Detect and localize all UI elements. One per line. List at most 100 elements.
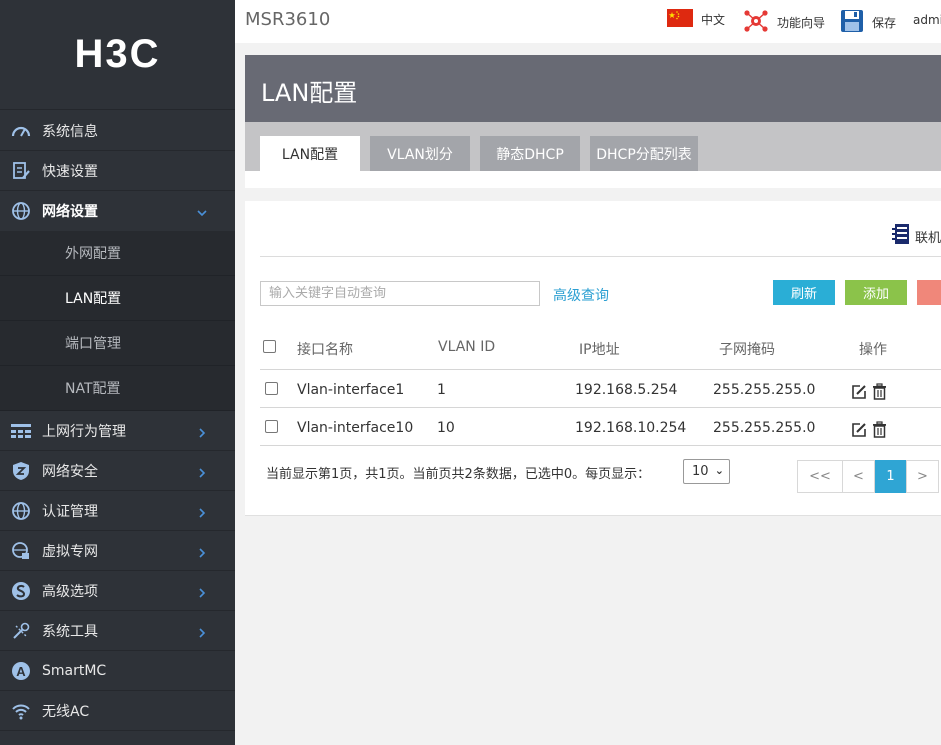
chevron-down-icon: ⌄ [714,464,724,477]
chevron-right-icon [197,623,207,642]
sidebar-item-behavior-management[interactable]: 上网行为管理 [0,411,235,451]
speedometer-icon [0,123,42,139]
save-icon [840,9,864,36]
column-header-mask[interactable]: 子网掩码 [719,339,775,359]
tools-icon [0,621,42,641]
sidebar-item-label: 认证管理 [42,503,98,520]
sidebar-item-label: 网络设置 [42,204,98,220]
page-size-value: 10 [692,464,709,479]
tab-content-strip [245,171,941,188]
tab-label: LAN配置 [281,146,339,163]
a-circle-icon: A [0,661,42,681]
chevron-right-icon [197,543,207,562]
next-page-button[interactable]: > [906,460,939,493]
tab-label: VLAN划分 [387,146,453,163]
top-bar: MSR3610 中文 功能向导 保存 admi [235,0,941,43]
online-help-icon [891,223,911,249]
s-circle-icon [0,581,42,601]
tab-lan-config[interactable]: LAN配置 [260,136,360,171]
sidebar-item-system-info[interactable]: 系统信息 [0,111,235,151]
select-all-checkbox[interactable] [263,340,276,353]
sidebar-item-advanced-options[interactable]: 高级选项 [0,571,235,611]
add-label: 添加 [862,287,889,302]
save-button[interactable]: 保存 [840,9,896,36]
divider [260,256,941,257]
table-divider [260,445,941,446]
tab-vlan[interactable]: VLAN划分 [370,136,470,171]
chevron-right-icon [197,583,207,602]
edit-icon[interactable] [851,384,867,404]
save-label: 保存 [872,16,897,30]
sidebar-item-vpn[interactable]: 虚拟专网 [0,531,235,571]
sidebar-subitem-label: 端口管理 [65,336,121,352]
current-page-button[interactable]: 1 [875,460,906,493]
delete-button[interactable] [917,280,941,305]
sidebar-item-label: 网络安全 [42,463,98,480]
trash-icon[interactable] [872,421,887,442]
row-checkbox[interactable] [265,420,278,433]
column-header-interface[interactable]: 接口名称 [297,339,353,359]
tab-bar: LAN配置 VLAN划分 静态DHCP DHCP分配列表 [245,122,941,171]
china-flag-icon [667,9,693,30]
tab-dhcp-list[interactable]: DHCP分配列表 [590,136,698,171]
cell-mask: 255.255.255.0 [713,382,816,398]
sidebar-item-label: 系统工具 [42,623,98,640]
column-header-ip[interactable]: IP地址 [579,339,620,359]
refresh-button[interactable]: 刷新 [773,280,835,305]
page-size-select[interactable]: 10 ⌄ [683,459,730,484]
sidebar-item-authentication[interactable]: 认证管理 [0,491,235,531]
pagination-summary: 当前显示第1页，共1页。当前页共2条数据，已选中0。每页显示： [266,467,651,482]
device-model: MSR3610 [245,9,331,30]
sidebar-item-wireless-ac[interactable]: 无线AC [0,691,235,731]
sidebar-item-label: 虚拟专网 [42,543,98,560]
tab-label: DHCP分配列表 [596,146,692,163]
column-header-vlan-id[interactable]: VLAN ID [438,339,495,355]
sidebar-item-network-security[interactable]: 网络安全 [0,451,235,491]
table-divider [260,407,941,408]
grid-icon [0,423,42,439]
table-divider [260,369,941,370]
page-header: LAN配置 [245,55,941,122]
svg-text:A: A [16,664,26,679]
wizard-icon [743,9,769,36]
wizard-button[interactable]: 功能向导 [743,9,825,36]
tab-static-dhcp[interactable]: 静态DHCP [480,136,580,171]
chevron-down-icon [197,203,207,222]
sidebar-item-system-tools[interactable]: 系统工具 [0,611,235,651]
shield-icon [0,461,42,481]
prev-page-button[interactable]: < [842,460,875,493]
language-switch[interactable]: 中文 [667,9,725,30]
language-label: 中文 [701,13,726,27]
sidebar-item-label: 系统信息 [42,123,98,140]
sidebar-subitem-lan[interactable]: LAN配置 [0,276,235,321]
chevron-right-icon [197,503,207,522]
online-help-link[interactable]: 联机 [891,223,941,249]
cell-interface: Vlan-interface10 [297,420,414,436]
sidebar-item-network-settings[interactable]: 网络设置 [0,191,235,231]
sidebar-subitem-nat[interactable]: NAT配置 [0,366,235,411]
page-title: LAN配置 [261,79,358,107]
advanced-query-link[interactable]: 高级查询 [553,285,609,305]
cell-vlan-id: 1 [437,382,446,398]
sidebar-item-smartmc[interactable]: A SmartMC [0,651,235,691]
h3c-logo: H3C [0,0,235,110]
add-button[interactable]: 添加 [845,280,907,305]
chevron-right-icon [197,463,207,482]
logo-text: H3C [74,32,161,76]
cell-ip: 192.168.5.254 [575,382,678,398]
sidebar-item-label: SmartMC [42,662,107,679]
sidebar-subitem-label: NAT配置 [65,381,121,397]
row-checkbox[interactable] [265,382,278,395]
trash-icon[interactable] [872,383,887,404]
sidebar-subitem-port-management[interactable]: 端口管理 [0,321,235,366]
search-input[interactable] [260,281,540,306]
current-page-label: 1 [886,469,895,484]
sidebar-item-label: 上网行为管理 [42,423,126,440]
first-page-button[interactable]: << [797,460,843,493]
user-name[interactable]: admi [913,13,941,27]
prev-page-label: < [853,469,864,484]
sidebar: H3C 系统信息 快速设置 网络设置 外网配置 LAN配置 端口管理 NAT配置… [0,0,235,745]
edit-icon[interactable] [851,422,867,442]
sidebar-subitem-wan[interactable]: 外网配置 [0,231,235,276]
sidebar-item-quick-setup[interactable]: 快速设置 [0,151,235,191]
